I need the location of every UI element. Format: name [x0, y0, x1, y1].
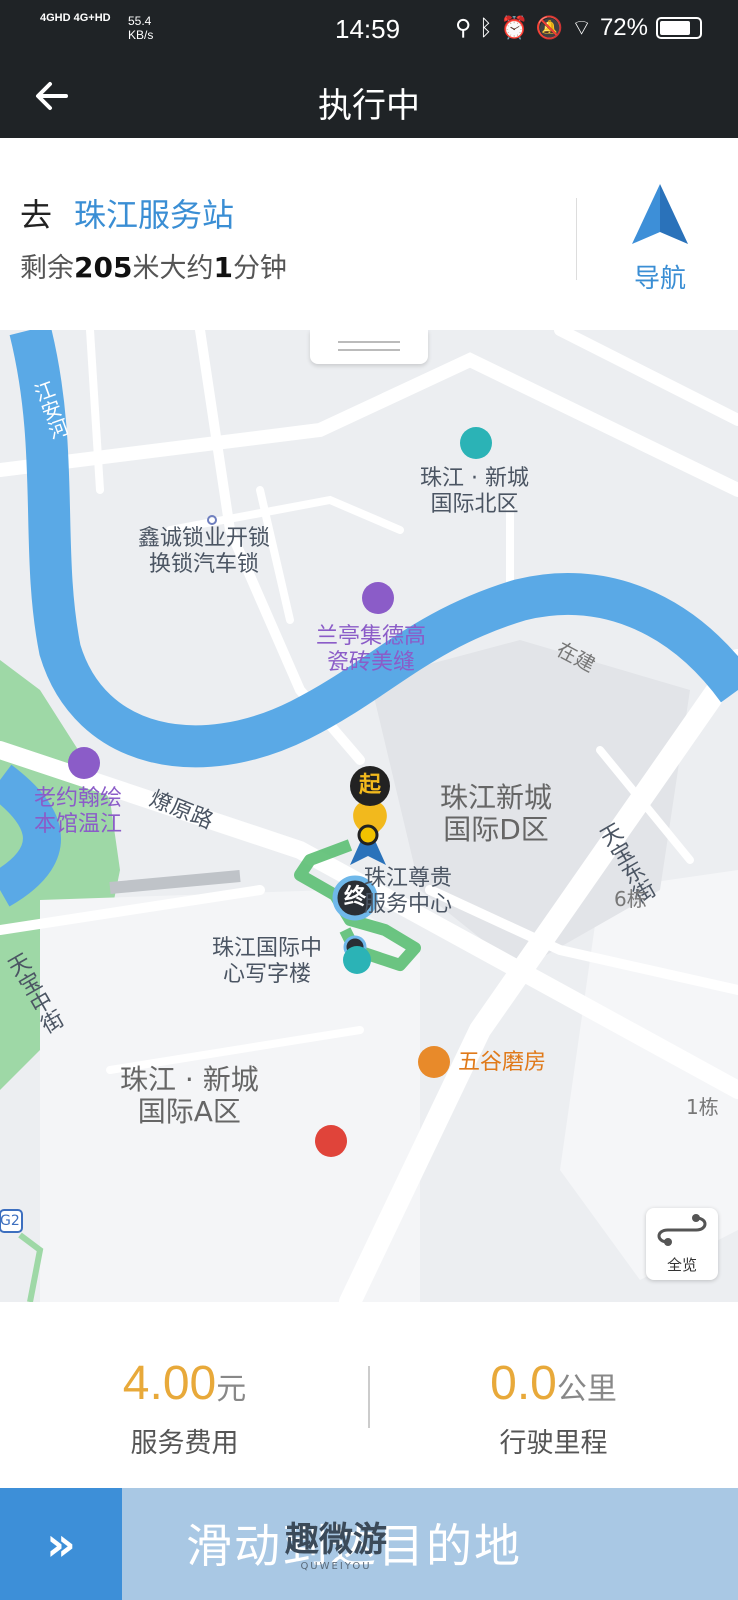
poi-office-tower[interactable]: 珠江国际中 心写字楼: [212, 936, 322, 988]
distance-value: 0.0: [490, 1357, 557, 1410]
network-speed: 55.4 KB/s: [128, 14, 154, 42]
slider-knob[interactable]: »: [0, 1488, 122, 1600]
start-label: 起: [359, 773, 382, 798]
remain-minutes: 1: [213, 251, 233, 284]
highway-badge: G2: [0, 1213, 20, 1229]
mute-icon: 🔕: [535, 15, 564, 41]
area-a-label: 珠江 · 新城 国际A区: [120, 1063, 259, 1128]
navigation-label: 导航: [633, 264, 686, 294]
status-icons: ⚲ ᛒ ⏰ 🔕 ⌔ 72%: [455, 14, 702, 42]
poi-old-house[interactable]: 老约翰绘 本馆温江: [34, 786, 122, 838]
network-indicator: 4GHD 4G+HD: [40, 12, 111, 24]
remain-suffix: 分钟: [232, 253, 287, 284]
alarm-icon: ⏰: [500, 15, 528, 41]
poi-service-center[interactable]: 珠江尊贵 服务中心: [364, 866, 452, 918]
poi-north-area[interactable]: 珠江 · 新城 国际北区: [420, 466, 529, 518]
overview-label: 全览: [666, 1256, 697, 1274]
overview-button[interactable]: 全览: [646, 1208, 718, 1280]
destination-prefix: 去: [20, 196, 53, 234]
navigation-button[interactable]: 导航: [610, 182, 710, 294]
wifi-icon: ⌔: [571, 16, 592, 41]
route-overview-icon: [657, 1214, 707, 1246]
fee-stat: 4.00元 服务费用: [0, 1356, 369, 1460]
page-title: 执行中: [318, 86, 420, 126]
end-label: 终: [344, 885, 367, 910]
watermark-sub: QUWEIYOU: [300, 1561, 372, 1572]
poi-tile-shop[interactable]: 兰亭集德高 瓷砖美缝: [316, 624, 426, 676]
map-view[interactable]: 江安河 珠江 · 新城 国际北区 鑫诚锁业开锁 换锁汽车锁 兰亭集德高 瓷砖美缝…: [0, 330, 738, 1302]
bluetooth-icon: ᛒ: [479, 15, 493, 41]
distance-unit: 公里: [556, 1372, 617, 1407]
arrival-slider[interactable]: » 滑动到达目的地 趣微游 QUWEIYOU: [0, 1488, 738, 1600]
destination-panel: 去 珠江服务站 剩余205米大约1分钟 导航: [0, 138, 738, 330]
clock: 14:59: [335, 14, 401, 44]
poi-restaurant[interactable]: 五谷磨房: [458, 1050, 546, 1076]
fee-unit: 元: [216, 1372, 247, 1407]
title-bar: 执行中: [0, 58, 738, 138]
navigation-arrow-icon: [632, 184, 688, 244]
watermark: 趣微游 QUWEIYOU: [285, 1512, 387, 1572]
map-drawer-handle[interactable]: [310, 330, 428, 364]
location-icon: ⚲: [455, 15, 472, 41]
building-6: 6栋: [614, 887, 647, 911]
destination-name: 珠江服务站: [74, 196, 235, 234]
remain-distance: 205: [74, 251, 133, 284]
battery-icon: [656, 17, 702, 39]
trip-stats: 4.00元 服务费用 0.0公里 行驶里程: [0, 1302, 738, 1488]
poi-locksmith[interactable]: 鑫诚锁业开锁 换锁汽车锁: [138, 526, 270, 578]
fee-value: 4.00: [122, 1357, 217, 1410]
status-bar: 4GHD 4G+HD 55.4 KB/s 14:59 ⚲ ᛒ ⏰ 🔕 ⌔ 72%: [0, 0, 738, 58]
divider: [576, 198, 577, 280]
distance-label: 行驶里程: [499, 1428, 608, 1459]
double-chevron-right-icon: »: [46, 1517, 76, 1571]
remaining-info: 剩余205米大约1分钟: [20, 246, 287, 285]
fee-label: 服务费用: [130, 1428, 239, 1459]
distance-stat: 0.0公里 行驶里程: [369, 1356, 738, 1460]
area-d-label: 珠江新城 国际D区: [440, 781, 553, 846]
remain-mid: 米大约: [132, 253, 214, 284]
remain-prefix: 剩余: [20, 253, 74, 284]
battery-percent: 72%: [599, 14, 648, 41]
building-1: 1栋: [686, 1095, 719, 1119]
watermark-text: 趣微游: [285, 1520, 387, 1560]
